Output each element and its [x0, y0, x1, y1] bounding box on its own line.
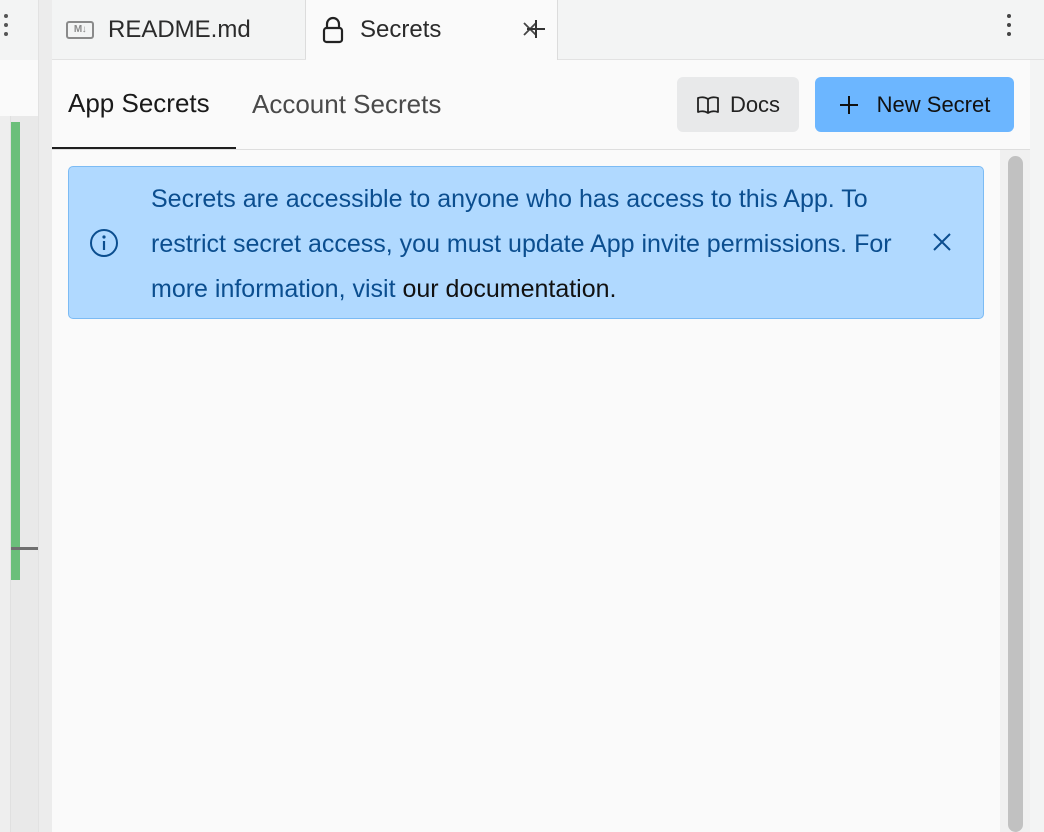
subtab-app-secrets[interactable]: App Secrets — [52, 60, 236, 149]
new-tab-icon[interactable] — [518, 14, 554, 44]
docs-button-label: Docs — [729, 91, 781, 117]
tab-label: Secrets — [360, 16, 442, 43]
plus-icon — [839, 95, 858, 114]
tab-readme[interactable]: M↓ README.md — [52, 0, 306, 59]
new-secret-button-label: New Secret — [876, 91, 991, 117]
tab-bar-menu-icon[interactable] — [1004, 14, 1014, 44]
tab-bar: M↓ README.md Secrets — [52, 0, 1044, 60]
change-indicator-bar — [11, 122, 20, 580]
scrollbar-thumb[interactable] — [1008, 156, 1023, 832]
left-pane-header — [0, 60, 38, 117]
pane-resize-handle[interactable] — [38, 0, 53, 832]
lock-icon — [322, 16, 344, 44]
new-secret-button[interactable]: New Secret — [815, 77, 1014, 132]
right-gutter — [1030, 60, 1044, 832]
tab-label: README.md — [108, 15, 251, 43]
panel-header: App Secrets Account Secrets Docs New Sec… — [52, 60, 1030, 150]
secrets-panel: App Secrets Account Secrets Docs New Sec… — [52, 60, 1030, 832]
info-banner: Secrets are accessible to anyone who has… — [68, 166, 984, 319]
close-banner-icon[interactable] — [929, 229, 955, 255]
book-icon — [697, 95, 719, 114]
docs-button[interactable]: Docs — [677, 77, 799, 132]
secrets-content: Secrets are accessible to anyone who has… — [52, 150, 1001, 832]
gutter-tick — [11, 547, 38, 550]
documentation-link[interactable]: our documentation. — [402, 275, 616, 303]
subtab-account-secrets[interactable]: Account Secrets — [252, 60, 441, 149]
markdown-icon: M↓ — [66, 20, 94, 39]
info-icon — [89, 228, 119, 263]
left-pane-menu-icon[interactable] — [0, 14, 12, 42]
banner-message: Secrets are accessible to anyone who has… — [151, 177, 911, 312]
